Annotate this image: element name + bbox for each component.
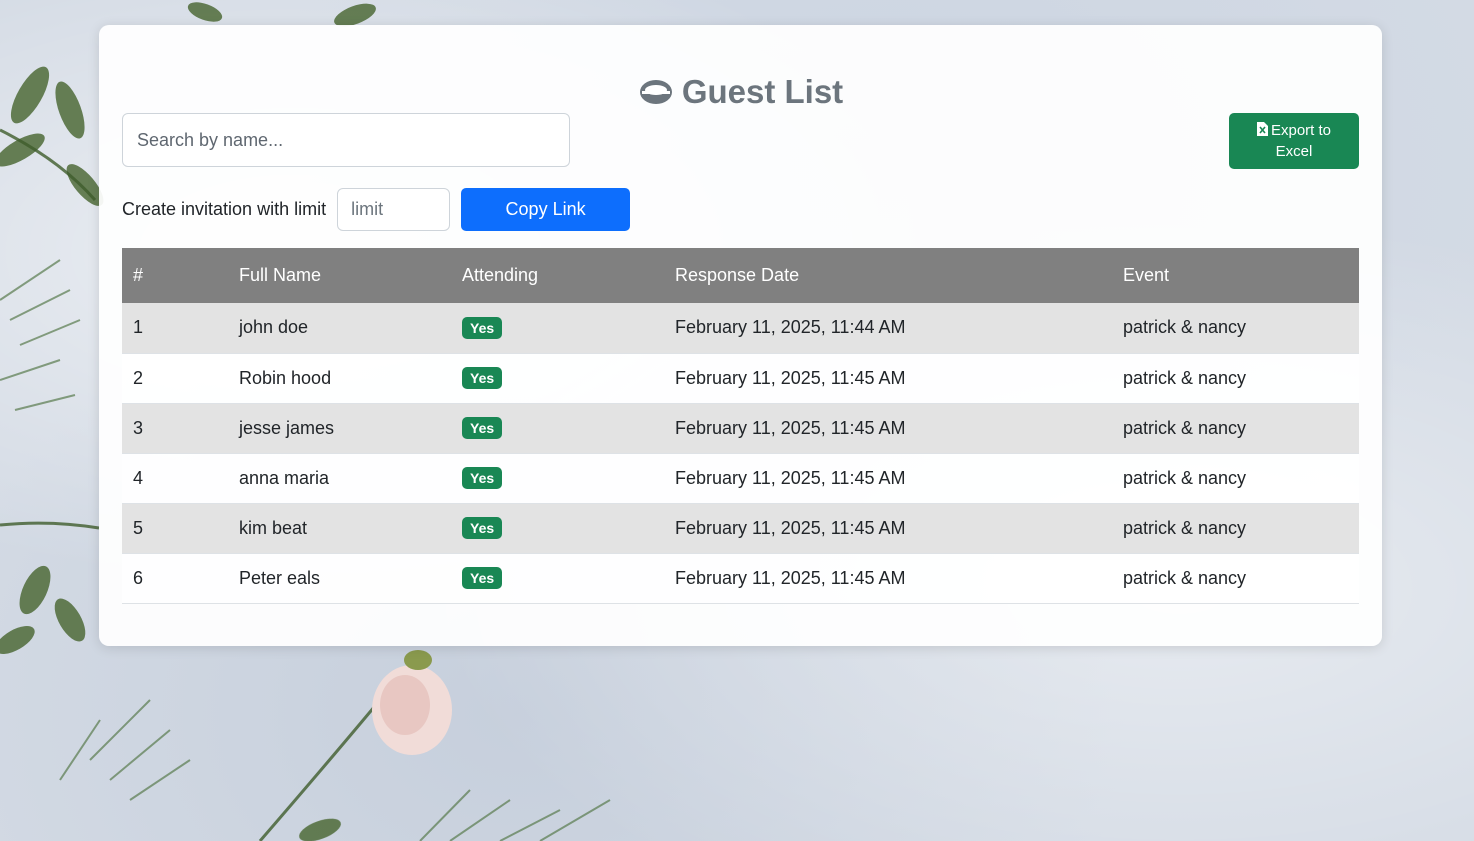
guest-name: kim beat: [228, 503, 451, 554]
table-row: 5 kim beat Yes February 11, 2025, 11:45 …: [122, 503, 1359, 554]
search-input[interactable]: [122, 113, 570, 167]
excel-file-icon: [1256, 122, 1268, 136]
export-button-label: Export to Excel: [1270, 122, 1332, 160]
page-title-text: Guest List: [681, 73, 844, 110]
invitation-label: Create invitation with limit: [122, 198, 327, 219]
invitation-row: Create invitation with limit Copy Link: [122, 187, 631, 231]
attending-cell: Yes: [451, 503, 664, 554]
limit-input[interactable]: [337, 187, 451, 231]
row-number: 5: [122, 503, 228, 554]
event-name: patrick & nancy: [1112, 453, 1359, 504]
column-header-number[interactable]: #: [122, 248, 228, 303]
attending-badge: Yes: [462, 517, 503, 539]
table-row: 6 Peter eals Yes February 11, 2025, 11:4…: [122, 553, 1359, 604]
column-header-full-name[interactable]: Full Name: [228, 248, 451, 303]
guest-name: john doe: [228, 303, 451, 354]
event-name: patrick & nancy: [1112, 553, 1359, 604]
attending-badge: Yes: [462, 417, 503, 439]
guest-name: jesse james: [228, 403, 451, 454]
response-date: February 11, 2025, 11:44 AM: [664, 303, 1112, 354]
attending-cell: Yes: [451, 303, 664, 354]
column-header-event[interactable]: Event: [1112, 248, 1359, 303]
event-name: patrick & nancy: [1112, 353, 1359, 404]
event-name: patrick & nancy: [1112, 403, 1359, 454]
table-row: 1 john doe Yes February 11, 2025, 11:44 …: [122, 303, 1359, 354]
row-number: 4: [122, 453, 228, 504]
table-row: 4 anna maria Yes February 11, 2025, 11:4…: [122, 453, 1359, 504]
row-number: 2: [122, 353, 228, 404]
response-date: February 11, 2025, 11:45 AM: [664, 553, 1112, 604]
guest-list-card: Guest List Export to Excel Create invita…: [99, 25, 1382, 646]
guest-table: # Full Name Attending Response Date Even…: [122, 248, 1359, 604]
attending-cell: Yes: [451, 403, 664, 454]
row-number: 3: [122, 403, 228, 454]
attending-badge: Yes: [462, 367, 503, 389]
guest-name: Robin hood: [228, 353, 451, 404]
column-header-response-date[interactable]: Response Date: [664, 248, 1112, 303]
response-date: February 11, 2025, 11:45 AM: [664, 453, 1112, 504]
column-header-attending[interactable]: Attending: [451, 248, 664, 303]
attending-badge: Yes: [462, 467, 503, 489]
attending-cell: Yes: [451, 553, 664, 604]
guest-name: anna maria: [228, 453, 451, 504]
row-number: 6: [122, 553, 228, 604]
table-row: 3 jesse james Yes February 11, 2025, 11:…: [122, 403, 1359, 454]
ring-icon: [639, 80, 672, 104]
event-name: patrick & nancy: [1112, 303, 1359, 354]
response-date: February 11, 2025, 11:45 AM: [664, 353, 1112, 404]
row-number: 1: [122, 303, 228, 354]
attending-badge: Yes: [462, 567, 503, 589]
page-title: Guest List: [99, 73, 1382, 111]
table-row: 2 Robin hood Yes February 11, 2025, 11:4…: [122, 353, 1359, 404]
copy-link-button[interactable]: Copy Link: [461, 187, 631, 231]
attending-badge: Yes: [462, 316, 503, 339]
attending-cell: Yes: [451, 453, 664, 504]
event-name: patrick & nancy: [1112, 503, 1359, 554]
response-date: February 11, 2025, 11:45 AM: [664, 503, 1112, 554]
guest-name: Peter eals: [228, 553, 451, 604]
attending-cell: Yes: [451, 353, 664, 404]
export-excel-button[interactable]: Export to Excel: [1229, 113, 1359, 169]
table-header-row: # Full Name Attending Response Date Even…: [122, 248, 1359, 303]
response-date: February 11, 2025, 11:45 AM: [664, 403, 1112, 454]
